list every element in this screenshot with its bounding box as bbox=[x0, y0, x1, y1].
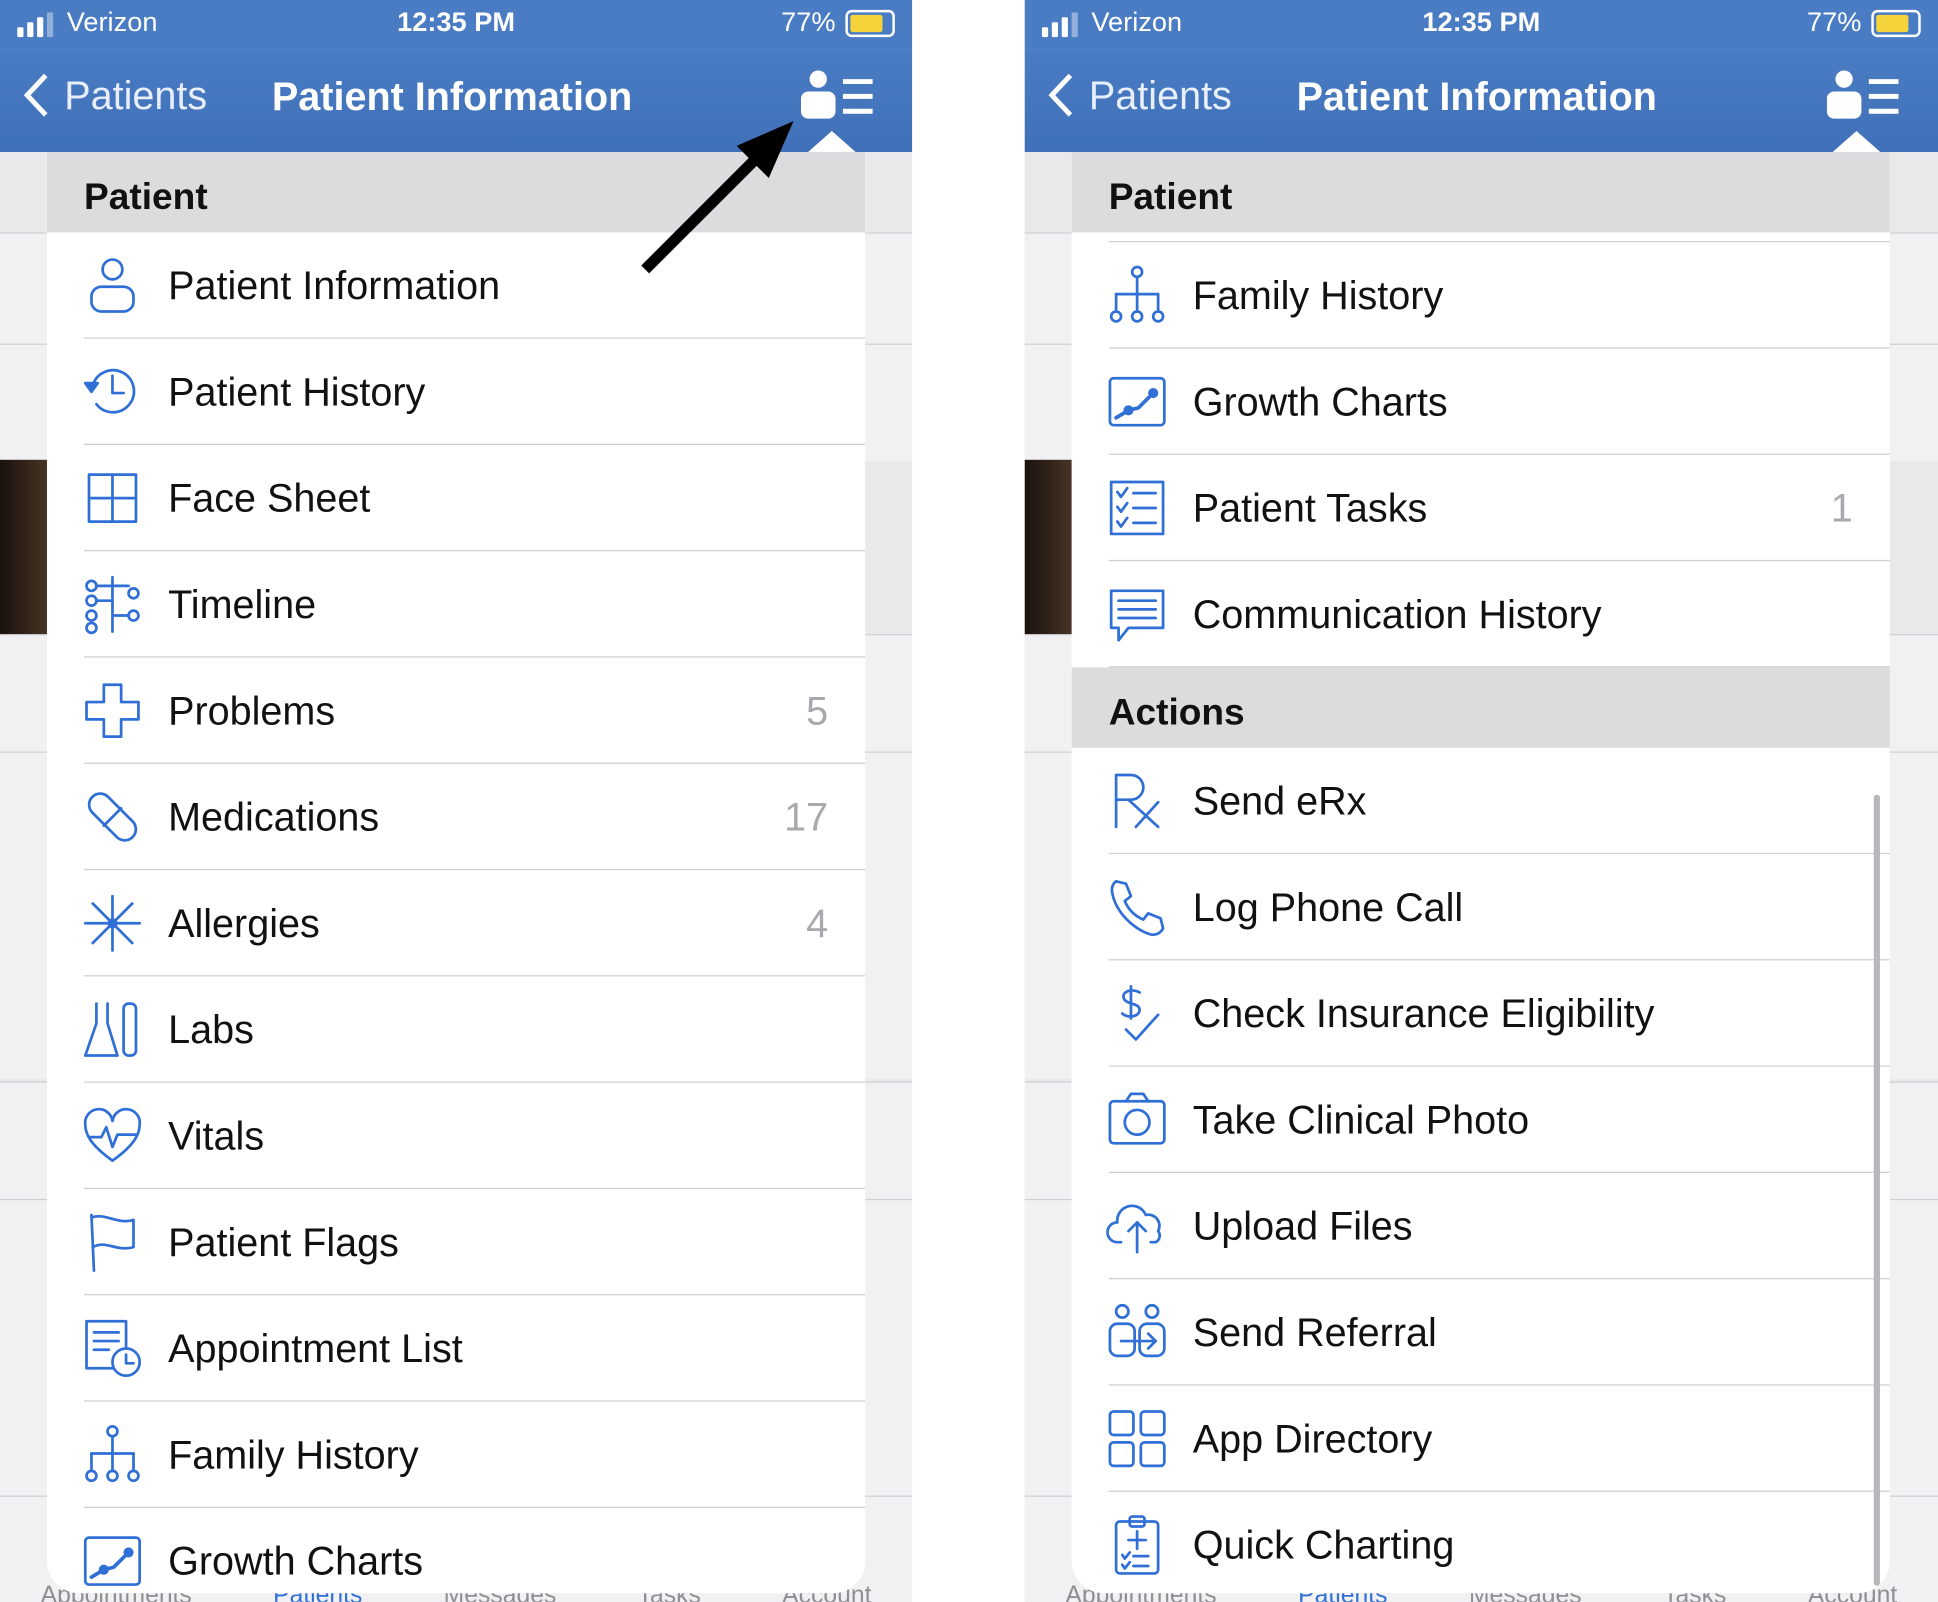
menu-item-label: Check Insurance Eligibility bbox=[1192, 990, 1655, 1036]
patient-photo bbox=[1024, 459, 1075, 635]
menu-item-label: Patient Flags bbox=[168, 1219, 399, 1264]
menu-item-label: Labs bbox=[168, 1006, 254, 1052]
menu-item-growth-charts[interactable]: Growth Charts bbox=[1072, 349, 1890, 455]
scrollbar[interactable] bbox=[1873, 794, 1880, 1586]
section-header-actions: Actions bbox=[1071, 667, 1890, 748]
menu-item-medications[interactable]: Medications 17 bbox=[47, 764, 866, 871]
back-button[interactable]: Patients bbox=[1047, 72, 1232, 119]
menu-item-face-sheet[interactable]: Face Sheet bbox=[47, 445, 866, 552]
count-badge: 1 bbox=[1830, 485, 1853, 530]
patient-menu-popover: Patient Family History Growth Charts Patien… bbox=[1071, 152, 1890, 1594]
menu-item-log-phone-call[interactable]: Log Phone Call bbox=[1072, 854, 1890, 961]
referral-icon bbox=[1106, 1302, 1168, 1364]
tasks-icon bbox=[1106, 477, 1168, 539]
count-badge: 5 bbox=[806, 687, 829, 733]
menu-item-label: Patient History bbox=[168, 368, 426, 414]
menu-item-take-clinical-photo[interactable]: Take Clinical Photo bbox=[1072, 1067, 1890, 1173]
timeline-icon bbox=[82, 574, 144, 636]
menu-item-label: Timeline bbox=[168, 581, 317, 627]
menu-item-label: Log Phone Call bbox=[1192, 884, 1464, 929]
pill-icon bbox=[82, 786, 144, 848]
menu-item-check-insurance-eligibility[interactable]: Check Insurance Eligibility bbox=[1072, 960, 1890, 1067]
menu-item-problems[interactable]: Problems 5 bbox=[47, 658, 866, 764]
menu-item-family-history[interactable]: Family History bbox=[47, 1402, 866, 1508]
count-badge: 4 bbox=[806, 900, 829, 945]
menu-item-label: Face Sheet bbox=[168, 475, 371, 520]
menu-item-label: App Directory bbox=[1192, 1415, 1433, 1461]
flag-icon bbox=[82, 1211, 144, 1273]
menu-item-label: Medications bbox=[168, 794, 380, 839]
heart-icon bbox=[82, 1105, 144, 1167]
menu-item-timeline[interactable]: Timeline bbox=[47, 551, 866, 658]
clock: 12:35 PM bbox=[1422, 6, 1541, 38]
grid-icon bbox=[82, 467, 144, 529]
menu-item-labs[interactable]: Labs bbox=[47, 976, 866, 1083]
apps-icon bbox=[1106, 1408, 1168, 1470]
nav-bar: Patients Patient Information bbox=[1024, 49, 1938, 153]
menu-item-appointment-list[interactable]: Appointment List bbox=[47, 1295, 866, 1402]
appointment-icon bbox=[82, 1318, 144, 1380]
cross-icon bbox=[82, 680, 144, 742]
menu-item-family-history[interactable]: Family History bbox=[1072, 242, 1890, 349]
screenshot: Verizon 12:35 PM 77% Patients Patient Inform… bbox=[0, 0, 1938, 1602]
annotation-arrow bbox=[641, 121, 794, 274]
menu-item-label: Allergies bbox=[168, 900, 320, 945]
count-badge: 17 bbox=[784, 794, 829, 839]
right-phone: Verizon 12:35 PM 77% Patients Patient Inform… bbox=[1024, 0, 1938, 1602]
menu-item-label: Problems bbox=[168, 687, 336, 733]
menu-item-upload-files[interactable]: Upload Files bbox=[1072, 1173, 1890, 1280]
menu-item-growth-charts[interactable]: Growth Charts bbox=[47, 1508, 865, 1593]
flask-icon bbox=[82, 999, 144, 1061]
menu-item-patient-flags[interactable]: Patient Flags bbox=[47, 1189, 866, 1296]
clipboard-icon bbox=[1106, 1514, 1168, 1576]
menu-item-send-referral[interactable]: Send Referral bbox=[1072, 1279, 1890, 1386]
patient-photo bbox=[0, 459, 50, 635]
menu-item-label: Quick Charting bbox=[1192, 1522, 1455, 1567]
menu-item-label: Family History bbox=[168, 1431, 419, 1477]
menu-item-patient-tasks[interactable]: Patient Tasks 1 bbox=[1072, 455, 1890, 562]
menu-item-label: Send eRx bbox=[1192, 778, 1367, 823]
menu-item-label: Patient Tasks bbox=[1192, 485, 1428, 530]
status-bar: Verizon 12:35 PM 77% bbox=[1024, 0, 1938, 50]
menu-item-communication-history[interactable]: Communication History bbox=[1072, 561, 1890, 668]
menu-item-vitals[interactable]: Vitals bbox=[47, 1083, 866, 1190]
patient-menu-button[interactable] bbox=[1826, 69, 1901, 123]
tree-icon bbox=[1106, 265, 1168, 327]
menu-item-app-directory[interactable]: App Directory bbox=[1072, 1386, 1890, 1492]
message-icon bbox=[1106, 583, 1168, 645]
menu-item-label: Take Clinical Photo bbox=[1192, 1096, 1530, 1142]
menu-item-label: Send Referral bbox=[1192, 1309, 1437, 1355]
menu-item-label: Vitals bbox=[168, 1113, 265, 1158]
menu-item-label: Communication History bbox=[1192, 591, 1602, 636]
person-list-icon bbox=[1826, 70, 1899, 119]
chart-icon bbox=[1106, 371, 1168, 433]
section-header-patient: Patient bbox=[1071, 152, 1890, 233]
rx-icon bbox=[1106, 770, 1168, 832]
dollar-icon bbox=[1106, 983, 1168, 1045]
battery-percent: 77% bbox=[1806, 6, 1862, 38]
cloud-icon bbox=[1106, 1195, 1168, 1257]
menu-item-allergies[interactable]: Allergies 4 bbox=[47, 870, 866, 977]
page-title: Patient Information bbox=[1296, 74, 1657, 119]
tree-icon bbox=[82, 1424, 144, 1486]
menu-item-label: Growth Charts bbox=[1192, 378, 1448, 424]
chart-icon bbox=[82, 1530, 144, 1592]
back-label: Patients bbox=[1088, 72, 1232, 117]
menu-item-label: Family History bbox=[1192, 272, 1444, 318]
menu-item-label: Upload Files bbox=[1192, 1203, 1413, 1248]
menu-item-label: Appointment List bbox=[168, 1325, 463, 1371]
camera-icon bbox=[1106, 1089, 1168, 1151]
battery-icon bbox=[1871, 9, 1921, 38]
menu-item-label: Growth Charts bbox=[168, 1538, 424, 1583]
phone-icon bbox=[1106, 876, 1168, 938]
burst-icon bbox=[82, 892, 144, 954]
chevron-left-icon bbox=[1048, 73, 1073, 117]
menu-item-quick-charting[interactable]: Quick Charting bbox=[1072, 1492, 1890, 1593]
menu-item-send-erx[interactable]: Send eRx bbox=[1072, 748, 1890, 855]
